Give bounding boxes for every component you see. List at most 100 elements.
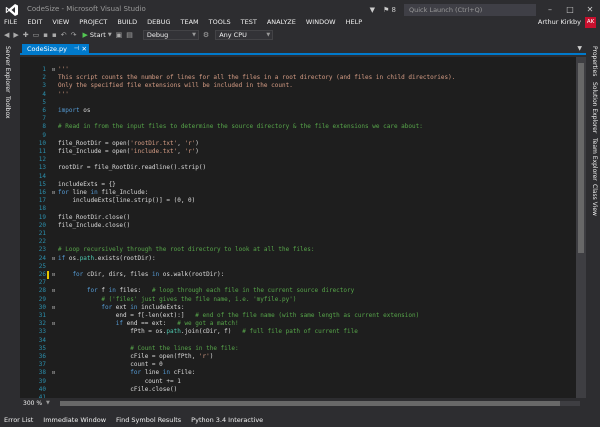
code-line[interactable]: 29 # ('files' just gives the file name, …	[20, 296, 586, 304]
solution-explorer-tab[interactable]: Solution Explorer	[591, 82, 598, 133]
menu-window[interactable]: WINDOW	[301, 18, 341, 26]
code-line[interactable]: 2 This script counts the number of lines…	[20, 74, 586, 82]
properties-tab[interactable]: Properties	[591, 46, 598, 76]
start-button[interactable]: Start	[90, 31, 106, 39]
menu-file[interactable]: FILE	[0, 18, 22, 26]
find-symbol-results-tab[interactable]: Find Symbol Results	[111, 416, 186, 424]
minimize-button[interactable]: –	[540, 5, 560, 14]
code-line[interactable]: 22	[20, 238, 586, 246]
save-icon[interactable]: ▪	[43, 31, 48, 39]
error-list-tab[interactable]: Error List	[0, 416, 38, 424]
code-line[interactable]: 33 fPth = os.path.join(cDir, f) # full f…	[20, 328, 586, 336]
menu-help[interactable]: HELP	[341, 18, 368, 26]
vertical-scrollbar[interactable]	[576, 57, 586, 398]
new-project-icon[interactable]: ✚	[23, 31, 29, 39]
code-token: for	[58, 369, 142, 377]
code-line[interactable]: 8 # Read in from the input files to dete…	[20, 123, 586, 131]
scroll-thumb[interactable]	[578, 63, 584, 253]
redo-icon[interactable]: ↷	[71, 31, 77, 39]
menu-debug[interactable]: DEBUG	[142, 18, 175, 26]
code-line[interactable]: 23 # Loop recursively through the root d…	[20, 246, 586, 254]
code-line[interactable]: 1 ⊟ '''	[20, 66, 586, 74]
menu-project[interactable]: PROJECT	[74, 18, 112, 26]
document-tab[interactable]: CodeSize.py ⊣ ✕	[22, 44, 89, 55]
toolbox-tab[interactable]: Toolbox	[4, 96, 11, 119]
code-line[interactable]: 19 file_RootDir.close()	[20, 214, 586, 222]
code-line[interactable]: 35 # Count the lines in the file:	[20, 345, 586, 353]
close-button[interactable]: ✕	[580, 5, 600, 14]
user-area[interactable]: Arthur Kirkby AK	[538, 16, 600, 28]
undo-icon[interactable]: ↶	[61, 31, 67, 39]
back-icon[interactable]: ◀	[4, 31, 9, 39]
code-line[interactable]: 30 ⊟ for ext in includeExts:	[20, 304, 586, 312]
save-all-icon[interactable]: ▪	[52, 31, 57, 39]
code-line[interactable]: 4 '''	[20, 91, 586, 99]
code-line[interactable]: 39 count += 1	[20, 378, 586, 386]
close-icon[interactable]: ✕	[82, 44, 87, 54]
code-line[interactable]: 5	[20, 99, 586, 107]
code-line[interactable]: 37 count = 0	[20, 361, 586, 369]
code-line[interactable]: 9	[20, 132, 586, 140]
configuration-dropdown[interactable]: Debug ▼	[142, 30, 199, 40]
tab-list-dropdown-icon[interactable]: ▼	[577, 45, 582, 52]
platform-dropdown[interactable]: Any CPU ▼	[215, 30, 274, 40]
immediate-window-tab[interactable]: Immediate Window	[38, 416, 111, 424]
zoom-level[interactable]: 300 %	[23, 399, 42, 408]
code-line[interactable]: 17 includeExts[line.strip()] = (0, 0)	[20, 197, 586, 205]
code-line[interactable]: 32 ⊟ if end == ext: # we got a match!	[20, 320, 586, 328]
code-line[interactable]: 34	[20, 337, 586, 345]
code-line[interactable]: 40 cFile.close()	[20, 386, 586, 394]
code-line[interactable]: 12	[20, 156, 586, 164]
code-line[interactable]: 14	[20, 173, 586, 181]
menu-edit[interactable]: EDIT	[22, 18, 47, 26]
code-line[interactable]: 41	[20, 394, 586, 398]
pin-icon[interactable]: ⊣	[74, 44, 79, 54]
avatar[interactable]: AK	[585, 16, 596, 28]
menu-analyze[interactable]: ANALYZE	[262, 18, 301, 26]
code-line[interactable]: 3 Only the specified file extensions wil…	[20, 82, 586, 90]
settings-gear-icon[interactable]: ⚙	[203, 31, 209, 39]
code-line[interactable]: 13 rootDir = file_RootDir.readline().str…	[20, 164, 586, 172]
code-line[interactable]: 26 ⊟ for cDir, dirs, files in os.walk(roo…	[20, 271, 586, 279]
code-line[interactable]: 31 end = f[-len(ext):] # end of the file…	[20, 312, 586, 320]
menu-team[interactable]: TEAM	[176, 18, 204, 26]
code-line[interactable]: 6 import os	[20, 107, 586, 115]
code-line[interactable]: 21	[20, 230, 586, 238]
code-editor[interactable]: 1 ⊟ ''' 2 This script counts the number of …	[20, 57, 586, 398]
menu-build[interactable]: BUILD	[112, 18, 142, 26]
code-line[interactable]: 10 file_RootDir = open('rootDir.txt', 'r…	[20, 140, 586, 148]
code-line[interactable]: 11 file_Include = open('include.txt', 'r…	[20, 148, 586, 156]
attach-icon[interactable]: ▣	[116, 31, 123, 39]
code-line[interactable]: 24 ⊟ if os.path.exists(rootDir):	[20, 255, 586, 263]
filter-icon[interactable]: ▼	[370, 6, 375, 14]
code-line[interactable]: 16 ⊟ for line in file_Include:	[20, 189, 586, 197]
team-explorer-tab[interactable]: Team Explorer	[591, 138, 598, 181]
horizontal-scrollbar[interactable]	[60, 401, 580, 406]
open-file-icon[interactable]: ▭	[33, 31, 40, 39]
menu-test[interactable]: TEST	[236, 18, 262, 26]
horizontal-scroll-thumb[interactable]	[60, 401, 560, 406]
server-explorer-tab[interactable]: Server Explorer	[4, 46, 11, 93]
notification-flag-icon[interactable]: ⚑ 8	[383, 6, 396, 14]
python-interactive-tab[interactable]: Python 3.4 Interactive	[186, 416, 268, 424]
code-line[interactable]: 27	[20, 279, 586, 287]
step-icon[interactable]: ▤	[126, 31, 133, 39]
maximize-button[interactable]: □	[560, 5, 580, 14]
start-dropdown-icon[interactable]: ▼	[108, 32, 112, 38]
code-line[interactable]: 38 ⊟ for line in cFile:	[20, 369, 586, 377]
code-line[interactable]: 15 includeExts = {}	[20, 181, 586, 189]
code-line[interactable]: 28 ⊟ for f in files: # loop through each …	[20, 287, 586, 295]
menu-view[interactable]: VIEW	[47, 18, 74, 26]
code-line[interactable]: 20 file_Include.close()	[20, 222, 586, 230]
menu-tools[interactable]: TOOLS	[204, 18, 236, 26]
class-view-tab[interactable]: Class View	[591, 184, 598, 216]
code-line[interactable]: 18	[20, 205, 586, 213]
quick-launch-input[interactable]: Quick Launch (Ctrl+Q)	[404, 4, 536, 16]
zoom-dropdown-icon[interactable]: ▼	[46, 399, 50, 408]
start-debugging-icon[interactable]: ▶	[83, 31, 88, 39]
code-line[interactable]: 7	[20, 115, 586, 123]
user-name[interactable]: Arthur Kirkby	[538, 18, 581, 26]
forward-icon[interactable]: ▶	[13, 31, 18, 39]
code-line[interactable]: 25	[20, 263, 586, 271]
code-line[interactable]: 36 cFile = open(fPth, 'r')	[20, 353, 586, 361]
